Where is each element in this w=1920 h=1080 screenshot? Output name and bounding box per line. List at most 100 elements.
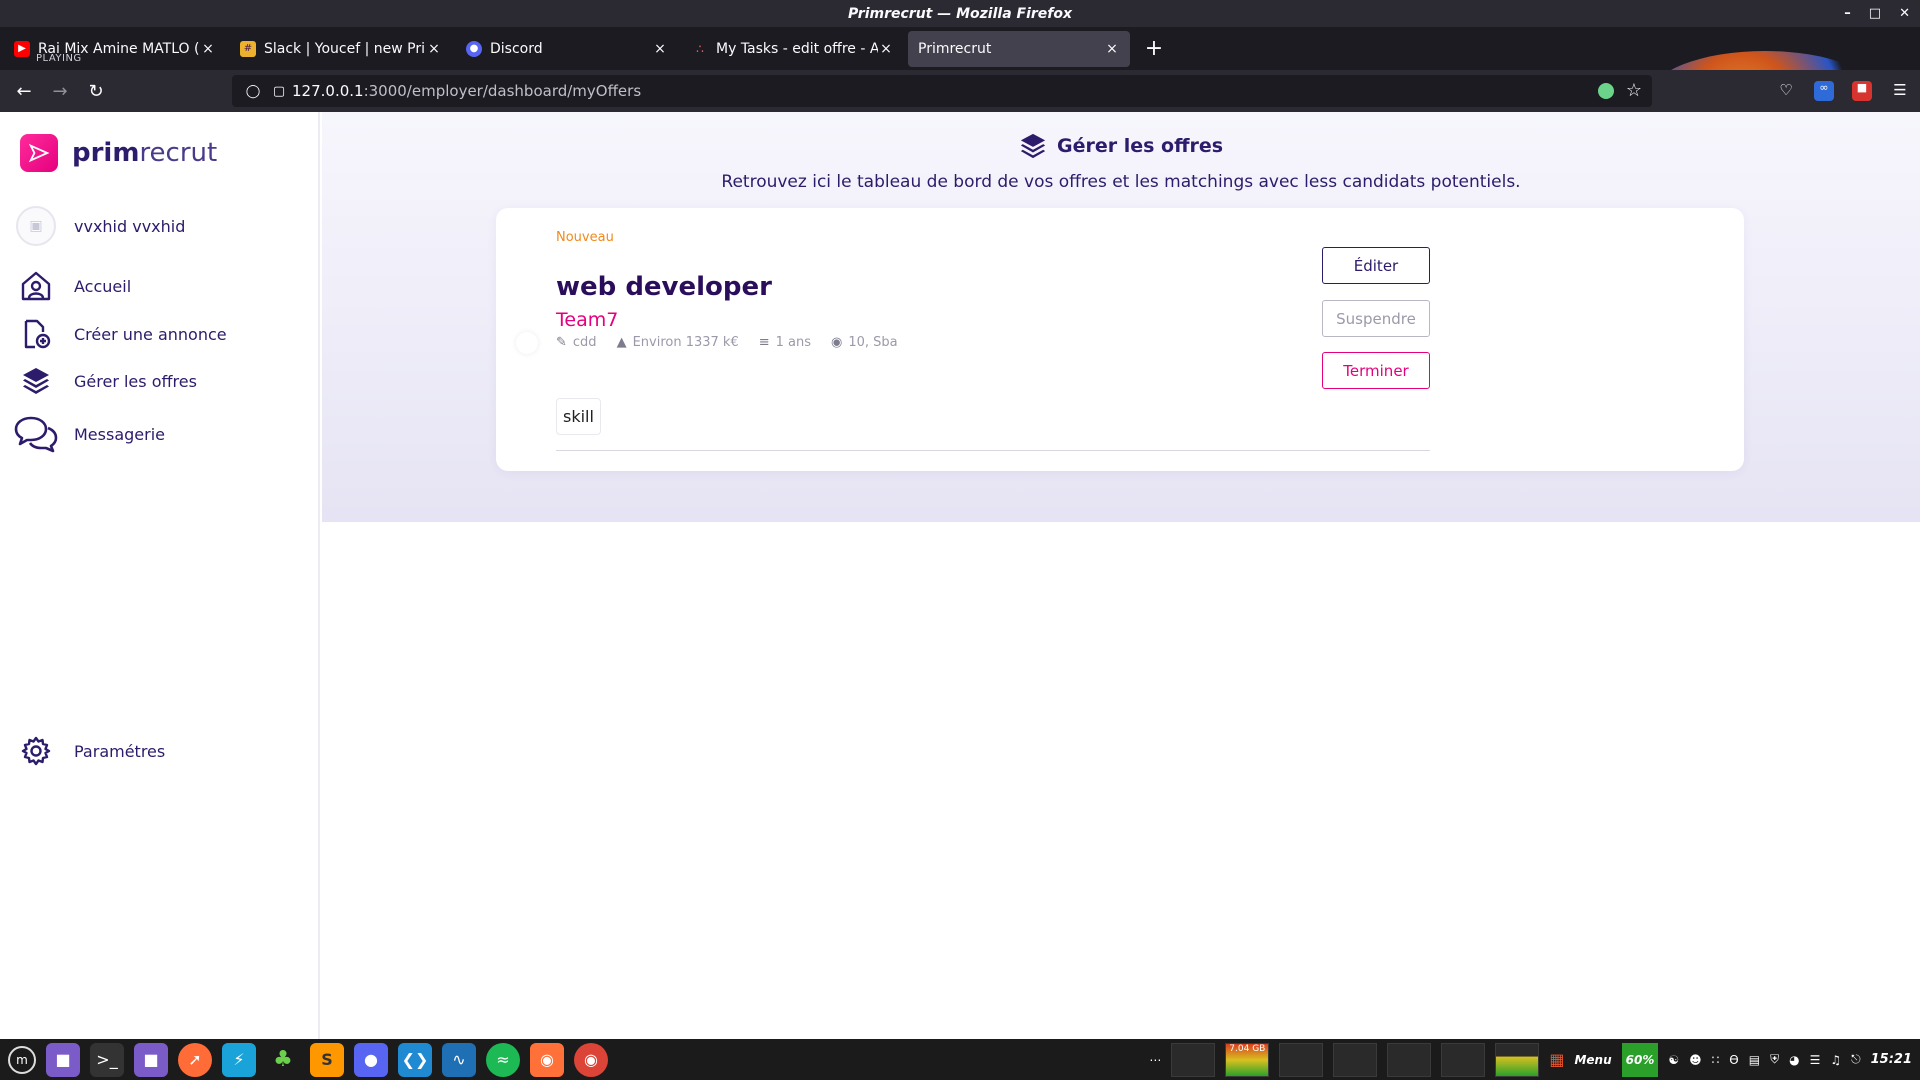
toolbar-right: ♡ ∞ ■ ☰: [1776, 70, 1910, 112]
workspaces-icon[interactable]: ∷: [1712, 1053, 1720, 1067]
files-icon[interactable]: ■: [134, 1042, 168, 1077]
window-controls: – □ ✕: [1844, 0, 1910, 27]
sound-icon[interactable]: ♫: [1830, 1053, 1841, 1067]
extension-icon[interactable]: ∞: [1814, 81, 1834, 101]
page-title-text: Gérer les offres: [1056, 135, 1224, 157]
tab-slack[interactable]: # Slack | Youcef | new Prim ×: [230, 31, 452, 67]
close-tab-icon[interactable]: ×: [200, 41, 216, 57]
close-window-icon[interactable]: ✕: [1899, 6, 1910, 21]
reload-icon[interactable]: ↻: [78, 81, 114, 102]
window-title: Primrecrut — Mozilla Firefox: [847, 5, 1073, 22]
mint-menu-icon[interactable]: m: [8, 1045, 36, 1074]
vpn-shield-icon[interactable]: ⛨: [1770, 1052, 1779, 1067]
forward-icon[interactable]: →: [42, 81, 78, 102]
terminate-button[interactable]: Terminer: [1322, 352, 1430, 389]
back-icon[interactable]: ←: [6, 81, 42, 102]
page-icon[interactable]: ▢: [266, 84, 292, 99]
terminal-icon[interactable]: >_: [90, 1042, 124, 1077]
memory-value: 7.04 GB: [1229, 1043, 1266, 1054]
sidebar-item-creer-annonce[interactable]: Créer une annonce: [16, 314, 227, 354]
location-pin-icon: ◉: [831, 335, 843, 350]
bluetooth-icon[interactable]: ϴ: [1729, 1053, 1738, 1067]
meta-salary-value: Environ 1337 k€: [632, 335, 739, 350]
close-tab-icon[interactable]: ×: [878, 41, 894, 57]
network-icon[interactable]: ◕: [1789, 1053, 1799, 1067]
wifi-icon[interactable]: ☰: [1810, 1053, 1821, 1067]
edit-button[interactable]: Éditer: [1322, 247, 1430, 284]
more-icon[interactable]: ⋯: [1149, 1053, 1161, 1067]
cpu-graph: [1171, 1042, 1216, 1077]
accessibility-icon[interactable]: ☯: [1668, 1053, 1679, 1067]
url-host: 127.0.0.1: [292, 82, 364, 100]
tab-strip: ▶ Rai Mix Amine MATLO ( Cl PLAYING × # S…: [0, 27, 1920, 141]
disk-graph: [1387, 1042, 1432, 1077]
minimize-icon[interactable]: –: [1844, 6, 1851, 21]
page-title: Gérer les offres: [1019, 132, 1223, 160]
hamburger-menu-icon[interactable]: ☰: [1890, 81, 1910, 101]
url-bar[interactable]: ◯ ▢ 127.0.0.1:3000/employer/dashboard/my…: [232, 75, 1652, 107]
divider: [556, 450, 1430, 451]
sidebar-item-gerer-offres[interactable]: Gérer les offres: [16, 361, 197, 401]
money-bag-icon: ▲: [616, 335, 627, 350]
suspend-button[interactable]: Suspendre: [1322, 300, 1430, 337]
meta-experience: ≡ 1 ans: [759, 335, 811, 350]
maximize-icon[interactable]: □: [1869, 6, 1881, 21]
tab-youtube[interactable]: ▶ Rai Mix Amine MATLO ( Cl PLAYING ×: [4, 31, 226, 67]
file-add-icon: [16, 314, 56, 354]
power-icon[interactable]: ⎋: [1851, 1052, 1861, 1067]
close-tab-icon[interactable]: ×: [426, 41, 442, 57]
os-taskbar: m ■ >_ ■ ➚ ⚡ ♣ S ● ❮❯ ∿ ≈ ◉ ◉ ⋯ 7.04 GB …: [0, 1039, 1920, 1080]
apps-grid-icon[interactable]: ▦: [1549, 1050, 1564, 1069]
temp-graph: [1495, 1042, 1540, 1077]
firefox-icon[interactable]: ◉: [530, 1042, 564, 1077]
tab-asana[interactable]: ∴ My Tasks - edit offre - As ×: [682, 31, 904, 67]
navigation-bar: ← → ↻ ◯ ▢ 127.0.0.1:3000/employer/dashbo…: [0, 70, 1920, 112]
contract-icon: ✎: [556, 335, 567, 350]
close-tab-icon[interactable]: ×: [1104, 41, 1120, 57]
offer-select-indicator[interactable]: [516, 332, 538, 354]
net-graph: [1333, 1042, 1378, 1077]
sidebar-item-messagerie[interactable]: Messagerie: [14, 414, 165, 454]
vscode-icon[interactable]: ❮❯: [398, 1042, 432, 1077]
sidebar-item-parametres[interactable]: Paramétres: [16, 731, 165, 771]
battery-indicator[interactable]: 60%: [1621, 1042, 1659, 1077]
user-icon[interactable]: ☻: [1689, 1053, 1702, 1067]
pocket-icon[interactable]: ♡: [1776, 81, 1796, 101]
wireshark-icon[interactable]: ∿: [442, 1042, 476, 1077]
home-user-icon: [16, 266, 56, 306]
sidebar-item-label: Créer une annonce: [74, 324, 227, 344]
new-tab-button[interactable]: +: [1140, 36, 1168, 61]
user-profile[interactable]: ▣ vvxhid vvxhid: [16, 206, 185, 246]
sliders-icon: ≡: [758, 335, 770, 350]
sublime-icon[interactable]: S: [310, 1042, 344, 1077]
sidebar-item-label: Messagerie: [74, 424, 165, 444]
postman-icon[interactable]: ➚: [178, 1042, 212, 1077]
offer-title[interactable]: web developer: [556, 272, 772, 302]
slack-icon: #: [240, 40, 256, 57]
offer-meta: ✎ cdd ▲ Environ 1337 k€ ≡ 1 ans ◉ 10, Sb…: [556, 335, 918, 350]
bookmark-star-icon[interactable]: ☆: [1626, 80, 1642, 101]
bolt-app-icon[interactable]: ⚡: [222, 1042, 256, 1077]
clock[interactable]: 15:21: [1871, 1052, 1912, 1067]
discord-icon[interactable]: ●: [354, 1042, 388, 1077]
close-tab-icon[interactable]: ×: [652, 41, 668, 57]
menu-label[interactable]: Menu: [1574, 1053, 1611, 1067]
chrome-icon[interactable]: ◉: [574, 1042, 608, 1077]
folder-icon[interactable]: ■: [46, 1042, 80, 1077]
discord-icon: ●: [466, 40, 482, 57]
shield-icon[interactable]: ◯: [240, 84, 266, 99]
sidebar-item-accueil[interactable]: Accueil: [16, 266, 131, 306]
swap-graph: [1279, 1042, 1324, 1077]
tab-discord[interactable]: ● Discord ×: [456, 31, 678, 67]
spotify-icon[interactable]: ≈: [486, 1042, 520, 1077]
offer-company: Team7: [556, 309, 619, 331]
clover-app-icon[interactable]: ♣: [266, 1043, 300, 1077]
clipboard-icon[interactable]: ▤: [1749, 1053, 1760, 1067]
sidebar-item-label: Paramétres: [74, 741, 166, 761]
offer-card: Nouveau web developer Team7 ✎ cdd ▲ Envi…: [496, 208, 1744, 471]
profile-extension-icon[interactable]: ■: [1852, 81, 1872, 101]
extension-badge-icon[interactable]: [1598, 83, 1614, 99]
primrecrut-logo[interactable]: primrecrut: [20, 134, 217, 172]
logo-text: primrecrut: [72, 138, 218, 168]
tab-primrecrut[interactable]: Primrecrut ×: [908, 30, 1130, 67]
